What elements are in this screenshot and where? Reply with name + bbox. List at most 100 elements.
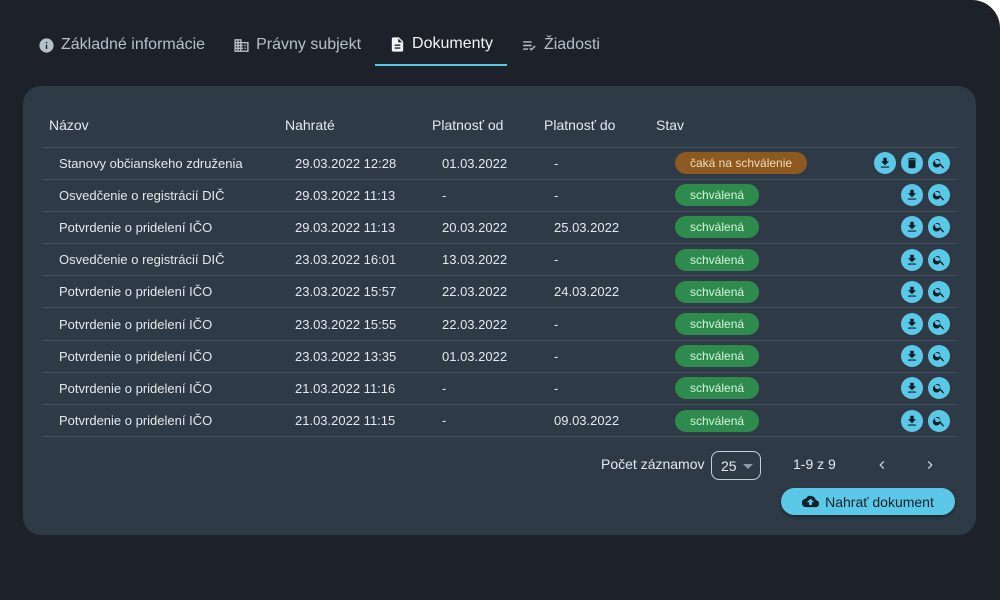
row-actions: [823, 248, 956, 271]
preview-button[interactable]: [928, 216, 950, 239]
cell-name: Osvedčenie o registrácií DIČ: [43, 243, 279, 276]
status-badge: schválená: [675, 377, 760, 400]
cell-uploaded: 29.03.2022 11:13: [279, 210, 426, 244]
tab-documents[interactable]: Dokumenty: [375, 24, 507, 66]
cell-valid-to: -: [538, 371, 650, 405]
download-button[interactable]: [901, 248, 923, 271]
download-button[interactable]: [901, 280, 923, 303]
preview-button[interactable]: [928, 377, 950, 400]
download-button[interactable]: [901, 184, 923, 207]
cell-valid-from: 20.03.2022: [426, 210, 538, 244]
search-icon: [932, 223, 945, 234]
page-size-select[interactable]: 25: [711, 451, 761, 480]
column-header-status[interactable]: Stav: [650, 104, 807, 147]
cell-valid-from: 22.03.2022: [426, 307, 538, 341]
download-icon: [907, 286, 917, 297]
cell-status: schválená: [650, 178, 808, 212]
search-icon: [932, 287, 945, 298]
cell-name: Potvrdenie o pridelení IČO: [43, 371, 279, 405]
row-actions: [823, 216, 956, 239]
previous-page-button[interactable]: [871, 454, 893, 476]
cell-valid-from: -: [426, 371, 538, 405]
preview-button[interactable]: [928, 248, 950, 271]
download-icon: [907, 254, 917, 265]
preview-button[interactable]: [928, 152, 950, 175]
cell-uploaded: 23.03.2022 15:55: [279, 307, 426, 341]
preview-button[interactable]: [928, 280, 950, 303]
cell-valid-to: -: [538, 178, 650, 212]
cell-valid-from: 01.03.2022: [426, 146, 538, 180]
upload-document-button[interactable]: Nahrať dokument: [781, 488, 955, 515]
cell-status: schválená: [650, 403, 808, 438]
cell-name: Stanovy občianskeho združenia: [43, 146, 279, 180]
column-header-name[interactable]: Názov: [43, 104, 279, 147]
cell-valid-from: -: [426, 178, 538, 212]
download-icon: [907, 383, 917, 394]
caret-down-icon: [743, 464, 753, 469]
download-icon: [880, 157, 890, 168]
tab-requests[interactable]: Žiadosti: [507, 24, 614, 66]
cell-uploaded: 23.03.2022 13:35: [279, 339, 426, 373]
download-icon: [907, 415, 917, 426]
download-button[interactable]: [901, 377, 923, 400]
cell-uploaded: 21.03.2022 11:16: [279, 371, 426, 405]
cell-valid-from: 22.03.2022: [426, 275, 538, 308]
table-row[interactable]: Potvrdenie o pridelení IČO 23.03.2022 13:…: [43, 339, 956, 373]
cell-uploaded: 23.03.2022 15:57: [279, 275, 426, 308]
cell-status: schválená: [650, 371, 808, 405]
cell-status: schválená: [650, 210, 808, 244]
table-row[interactable]: Osvedčenie o registrácií DIČ 29.03.2022 1…: [43, 178, 956, 212]
preview-button[interactable]: [928, 313, 950, 336]
column-header-actions: [807, 104, 956, 147]
table-row[interactable]: Stanovy občianskeho združenia 29.03.2022 …: [43, 146, 956, 180]
checklist-icon: [523, 40, 536, 51]
column-header-uploaded[interactable]: Nahraté: [279, 104, 426, 147]
preview-button[interactable]: [928, 409, 950, 432]
info-icon: [39, 37, 54, 53]
table-row[interactable]: Potvrdenie o pridelení IČO 21.03.2022 11:…: [43, 403, 956, 438]
upload-button-label: Nahrať dokument: [825, 493, 934, 510]
download-button[interactable]: [901, 216, 923, 239]
cell-valid-to: -: [538, 146, 650, 180]
status-badge: schválená: [675, 280, 760, 303]
download-button[interactable]: [901, 345, 923, 368]
cell-name: Potvrdenie o pridelení IČO: [43, 307, 279, 341]
cell-actions: [807, 178, 956, 212]
download-button[interactable]: [901, 409, 923, 432]
pagination-range: 1-9 z 9: [793, 456, 836, 472]
tab-basic-info[interactable]: Základné informácie: [24, 24, 219, 66]
download-button[interactable]: [901, 313, 923, 336]
documents-table: Názov Nahraté Platnosť od Platnosť do St…: [43, 104, 956, 438]
cell-actions: [807, 307, 956, 341]
page-size-value: 25: [721, 457, 737, 474]
column-header-valid-from[interactable]: Platnosť od: [426, 104, 538, 147]
column-header-valid-to[interactable]: Platnosť do: [538, 104, 650, 147]
table-row[interactable]: Potvrdenie o pridelení IČO 21.03.2022 11:…: [43, 371, 956, 405]
building-icon: [234, 38, 249, 52]
cell-valid-to: 09.03.2022: [538, 403, 650, 438]
cell-uploaded: 29.03.2022 12:28: [279, 146, 426, 180]
row-actions: [823, 313, 956, 336]
cell-name: Osvedčenie o registrácií DIČ: [43, 178, 279, 212]
table-row[interactable]: Potvrdenie o pridelení IČO 29.03.2022 11:…: [43, 210, 956, 244]
cell-valid-to: -: [538, 307, 650, 341]
next-page-button[interactable]: [919, 454, 941, 476]
row-actions: [823, 280, 956, 303]
cloud-upload-icon: [802, 495, 820, 508]
preview-button[interactable]: [928, 184, 950, 207]
search-icon: [932, 319, 945, 330]
download-icon: [907, 222, 917, 233]
download-icon: [907, 350, 917, 361]
table-row[interactable]: Potvrdenie o pridelení IČO 23.03.2022 15:…: [43, 307, 956, 341]
table-row[interactable]: Potvrdenie o pridelení IČO 23.03.2022 15:…: [43, 275, 956, 308]
delete-button[interactable]: [901, 152, 923, 175]
preview-button[interactable]: [928, 345, 950, 368]
documents-card: Názov Nahraté Platnosť od Platnosť do St…: [23, 86, 976, 535]
chevron-left-icon: [879, 461, 885, 469]
tab-legal-entity[interactable]: Právny subjekt: [219, 24, 375, 66]
download-button[interactable]: [874, 152, 896, 175]
search-icon: [932, 352, 945, 362]
cell-status: čaká na schválenie: [650, 146, 808, 180]
table-row[interactable]: Osvedčenie o registrácií DIČ 23.03.2022 1…: [43, 243, 956, 276]
row-actions: [823, 345, 956, 368]
